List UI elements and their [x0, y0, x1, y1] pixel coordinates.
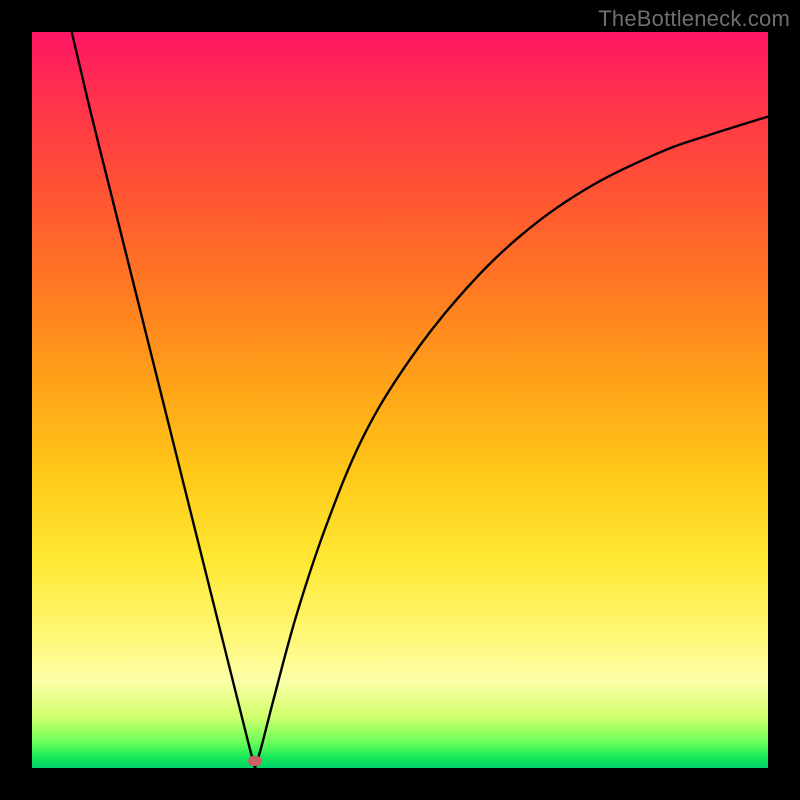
watermark-text: TheBottleneck.com	[598, 6, 790, 32]
bottleneck-curve	[32, 32, 768, 768]
cusp-marker	[248, 756, 262, 766]
chart-frame: TheBottleneck.com	[0, 0, 800, 800]
plot-area	[32, 32, 768, 768]
curve-right-branch	[255, 117, 768, 768]
curve-left-branch	[72, 32, 255, 768]
